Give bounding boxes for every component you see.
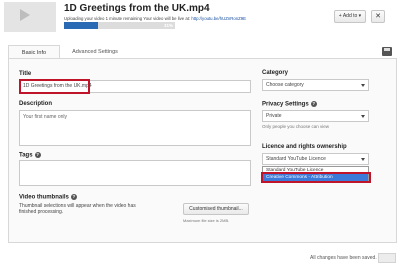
licence-select[interactable]: Standard YouTube Licence xyxy=(262,153,369,165)
description-label: Description xyxy=(19,101,53,107)
upload-progress-bar: 31% xyxy=(64,22,175,29)
privacy-select-value: Private xyxy=(266,113,282,119)
footer-button[interactable] xyxy=(378,253,396,263)
privacy-note: Only people you choose can view xyxy=(262,124,330,129)
category-label: Category xyxy=(262,70,289,76)
chevron-down-icon xyxy=(361,158,365,161)
video-url-link[interactable]: http://youtu.be/hUZnRonZ9E xyxy=(191,16,246,21)
upload-progress-label: 31% xyxy=(163,23,173,28)
chevron-down-icon xyxy=(361,84,365,87)
upload-status-text: Uploading your video 1 minute remaining … xyxy=(64,16,192,21)
video-title: 1D Greetings from the UK.mp4 xyxy=(64,3,210,14)
tab-basic-info[interactable]: Basic Info xyxy=(8,45,60,59)
video-thumbnail xyxy=(4,2,56,32)
licence-select-value: Standard YouTube Licence xyxy=(266,156,326,162)
upload-progress-fill xyxy=(64,22,99,29)
category-select-value: Choose category xyxy=(266,82,304,88)
thumbnail-size-note: Maximum file size is 2MB. xyxy=(183,218,230,223)
help-icon[interactable]: ? xyxy=(34,152,41,158)
tags-label: Tags? xyxy=(19,152,41,159)
help-icon[interactable]: ? xyxy=(310,101,317,107)
add-to-button[interactable]: + Add to ▾ xyxy=(334,10,366,23)
upload-status: Uploading your video 1 minute remaining … xyxy=(64,16,246,21)
privacy-label-text: Privacy Settings xyxy=(262,101,309,108)
title-label: Title xyxy=(19,71,32,77)
chevron-down-icon xyxy=(361,115,365,118)
tab-advanced-settings[interactable]: Advanced Settings xyxy=(62,45,128,59)
help-icon[interactable]: ? xyxy=(70,194,77,200)
privacy-label: Privacy Settings? xyxy=(262,101,317,108)
licence-label: Licence and rights ownership xyxy=(262,144,347,150)
tags-label-text: Tags xyxy=(19,152,33,159)
licence-highlight-box xyxy=(261,172,371,183)
tags-input[interactable] xyxy=(19,160,251,186)
play-icon xyxy=(20,9,30,21)
thumbnails-label-text: Video thumbnails xyxy=(19,194,69,201)
thumbnails-label: Video thumbnails? xyxy=(19,194,77,201)
save-icon[interactable] xyxy=(382,47,392,56)
title-highlight-box xyxy=(19,79,90,94)
saved-status: All changes have been saved. xyxy=(310,255,377,261)
description-input[interactable]: Your first name only xyxy=(19,110,251,146)
thumbnails-description: Thumbnail selections will appear when th… xyxy=(19,203,136,215)
customised-thumbnail-button[interactable]: Customised thumbnail... xyxy=(183,203,249,215)
category-select[interactable]: Choose category xyxy=(262,79,369,91)
privacy-select[interactable]: Private xyxy=(262,110,369,122)
close-icon[interactable]: ✕ xyxy=(371,10,385,23)
